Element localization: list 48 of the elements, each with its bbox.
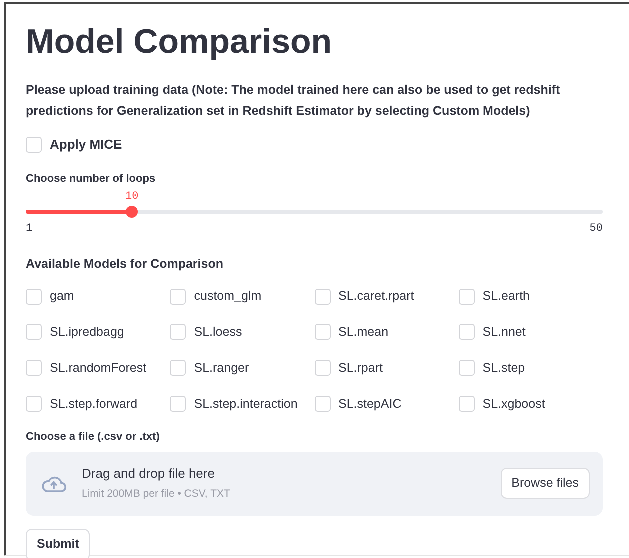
checkbox-label: SL.stepAIC: [338, 396, 402, 413]
checkbox[interactable]: [458, 324, 475, 340]
checkbox-label: SL.xgboost: [482, 396, 546, 413]
browse-files-button[interactable]: Browse files: [500, 468, 590, 500]
checkbox[interactable]: [314, 288, 330, 305]
checkbox[interactable]: [170, 396, 186, 412]
checkbox-label: Apply MICE: [50, 136, 122, 154]
checkbox-label: SL.step.forward: [50, 396, 138, 413]
checkbox-label: SL.step: [482, 360, 526, 377]
file-dropzone[interactable]: Drag and drop file here Limit 200MB per file • CSV, TXT Browse files: [26, 452, 603, 516]
section-heading: Available Models for Comparison: [26, 256, 224, 273]
file-upload-label: Choose a file (.csv or .txt): [26, 430, 161, 446]
checkbox[interactable]: [26, 136, 42, 153]
checkbox[interactable]: [170, 288, 186, 305]
slider-label: Choose number of loops: [26, 172, 157, 186]
checkbox[interactable]: [26, 360, 42, 376]
checkbox[interactable]: [26, 288, 42, 305]
description-text: Please upload training data (Note: The model trained here can also be used to get redshift predictions for Generalization set in Redshift Estimator by selecting Custom Models): [26, 82, 562, 120]
checkbox[interactable]: [26, 396, 42, 412]
checkbox-label: SL.ranger: [194, 360, 250, 377]
checkbox-label: SL.loess: [194, 324, 242, 341]
checkbox[interactable]: [458, 360, 475, 376]
checkbox-label: SL.nnet: [482, 324, 526, 341]
checkbox-label: SL.earth: [482, 288, 530, 306]
dropzone-title: Drag and drop file here: [82, 464, 216, 483]
slider-max: 50: [590, 222, 603, 237]
slider-min: 1: [26, 222, 33, 237]
checkbox-label: gam: [50, 288, 74, 306]
checkbox[interactable]: [314, 360, 330, 376]
submit-button[interactable]: Submit: [26, 528, 90, 558]
checkbox[interactable]: [170, 360, 186, 376]
checkbox[interactable]: [314, 324, 330, 340]
checkbox-label: custom_glm: [194, 288, 262, 306]
checkbox-label: SL.mean: [338, 324, 389, 341]
checkbox[interactable]: [458, 396, 475, 412]
slider-thumb[interactable]: [126, 206, 138, 218]
checkbox[interactable]: [26, 324, 42, 340]
checkbox[interactable]: [314, 396, 330, 412]
checkbox[interactable]: [458, 288, 475, 305]
checkbox-label: SL.ipredbagg: [50, 324, 124, 341]
dropzone-hint: Limit 200MB per file • CSV, TXT: [82, 486, 230, 502]
checkbox[interactable]: [170, 324, 186, 340]
page-title: Model Comparison: [26, 22, 334, 63]
checkbox-label: SL.rpart: [338, 360, 383, 377]
checkbox-label: SL.caret.rpart: [338, 288, 414, 306]
slider-value: 10: [126, 190, 139, 205]
checkbox-label: SL.step.interaction: [194, 396, 298, 413]
checkbox-label: SL.randomForest: [50, 360, 147, 377]
